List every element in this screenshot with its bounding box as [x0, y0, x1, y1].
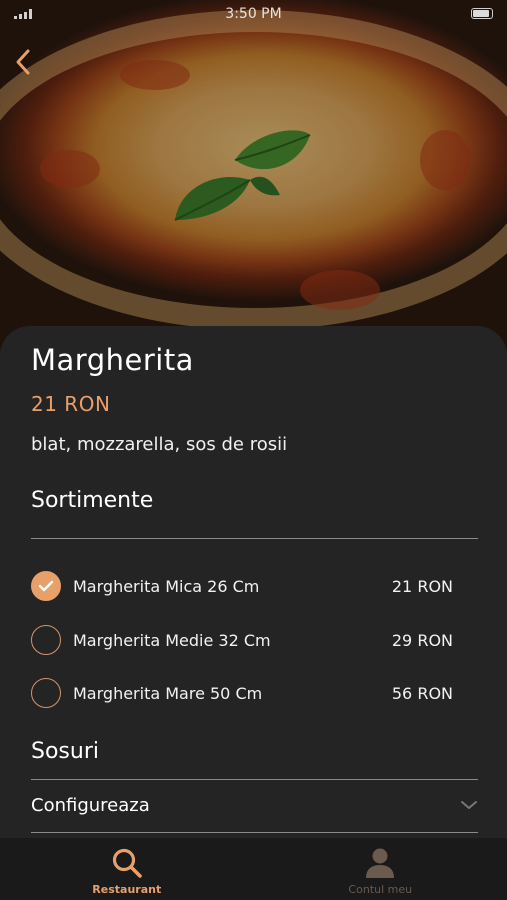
signal-icon	[14, 9, 32, 19]
product-details-sheet: Margherita 21 RON blat, mozzarella, sos …	[0, 326, 507, 900]
product-title: Margherita	[31, 343, 194, 377]
tab-contul-meu[interactable]: Contul meu	[254, 838, 507, 900]
sortimente-heading: Sortimente	[31, 488, 154, 513]
dropdown-label: Configureaza	[31, 794, 150, 816]
size-option-label: Margherita Mica 26 Cm	[73, 576, 260, 596]
divider	[31, 832, 478, 833]
chevron-left-icon	[16, 49, 30, 75]
size-option-label: Margherita Medie 32 Cm	[73, 630, 271, 650]
product-description: blat, mozzarella, sos de rosii	[31, 434, 288, 455]
battery-icon	[471, 8, 493, 19]
size-option-price: 56 RON	[391, 683, 453, 703]
checkmark-icon	[38, 580, 54, 592]
user-icon	[366, 848, 395, 878]
image-overlay	[0, 0, 507, 350]
size-option-mica[interactable]: Margherita Mica 26 Cm 21 RON	[31, 569, 461, 603]
size-option-label: Margherita Mare 50 Cm	[73, 683, 263, 703]
product-price: 21 RON	[31, 392, 111, 416]
product-image	[0, 0, 507, 350]
radio-button-checked[interactable]	[31, 571, 61, 601]
size-option-price: 21 RON	[391, 576, 453, 596]
tab-label: Contul meu	[348, 882, 413, 896]
radio-button[interactable]	[31, 678, 61, 708]
divider	[31, 538, 478, 539]
divider	[31, 779, 478, 780]
status-time: 3:50 PM	[225, 6, 282, 22]
chevron-down-icon	[461, 801, 477, 809]
search-icon	[112, 848, 142, 878]
size-option-medie[interactable]: Margherita Medie 32 Cm 29 RON	[31, 623, 461, 657]
tab-restaurant[interactable]: Restaurant	[0, 838, 254, 900]
radio-button[interactable]	[31, 625, 61, 655]
back-button[interactable]	[8, 44, 38, 80]
bottom-tab-bar: Restaurant Contul meu	[0, 838, 507, 900]
sosuri-heading: Sosuri	[31, 739, 99, 764]
size-option-price: 29 RON	[391, 630, 453, 650]
tab-label: Restaurant	[92, 882, 162, 896]
size-option-mare[interactable]: Margherita Mare 50 Cm 56 RON	[31, 676, 461, 710]
status-bar: 3:50 PM	[0, 0, 507, 28]
sauce-config-dropdown[interactable]: Configureaza	[31, 788, 478, 822]
